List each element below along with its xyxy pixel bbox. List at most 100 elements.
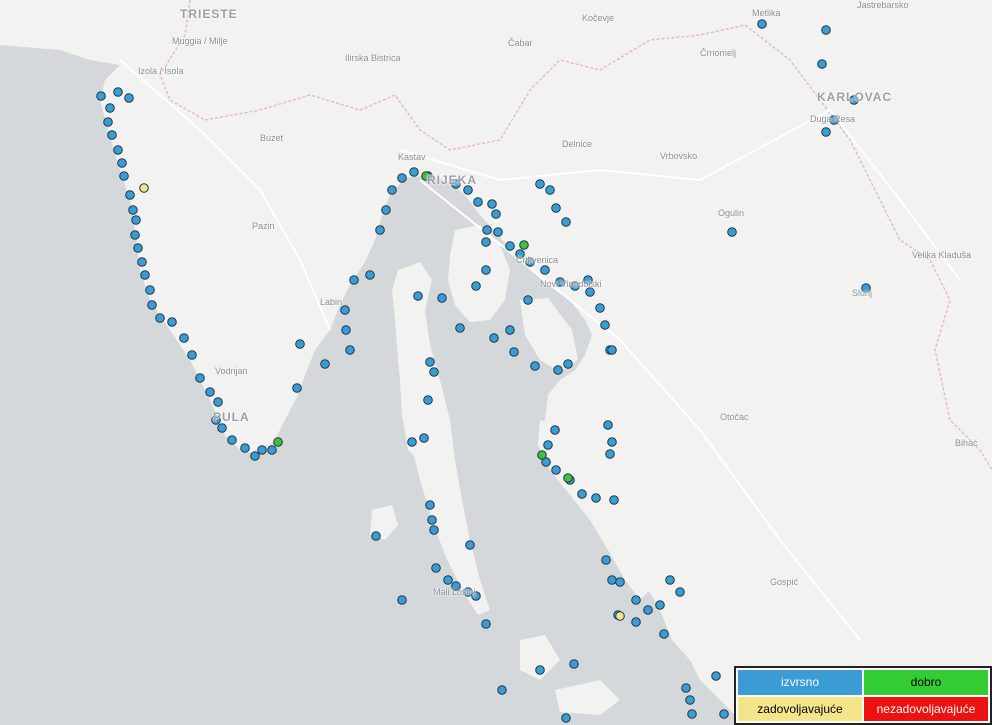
beach-marker-excellent[interactable] (167, 317, 177, 327)
beach-marker-excellent[interactable] (550, 425, 560, 435)
beach-marker-excellent[interactable] (217, 423, 227, 433)
beach-marker-excellent[interactable] (569, 659, 579, 669)
beach-marker-excellent[interactable] (409, 167, 419, 177)
beach-marker-excellent[interactable] (551, 465, 561, 475)
beach-marker-excellent[interactable] (631, 617, 641, 627)
beach-marker-excellent[interactable] (240, 443, 250, 453)
beach-marker-excellent[interactable] (267, 445, 277, 455)
beach-marker-excellent[interactable] (257, 445, 267, 455)
beach-marker-excellent[interactable] (540, 265, 550, 275)
beach-marker-excellent[interactable] (437, 293, 447, 303)
beach-marker-excellent[interactable] (821, 127, 831, 137)
beach-marker-excellent[interactable] (493, 227, 503, 237)
beach-marker-excellent[interactable] (481, 619, 491, 629)
beach-marker-excellent[interactable] (107, 130, 117, 140)
beach-marker-excellent[interactable] (103, 117, 113, 127)
beach-marker-excellent[interactable] (125, 190, 135, 200)
beach-marker-excellent[interactable] (821, 25, 831, 35)
beach-marker-excellent[interactable] (727, 227, 737, 237)
beach-marker-excellent[interactable] (505, 241, 515, 251)
beach-marker-excellent[interactable] (397, 595, 407, 605)
beach-marker-excellent[interactable] (487, 199, 497, 209)
beach-marker-excellent[interactable] (195, 373, 205, 383)
beach-marker-excellent[interactable] (481, 237, 491, 247)
beach-marker-excellent[interactable] (509, 347, 519, 357)
beach-marker-excellent[interactable] (535, 179, 545, 189)
map-canvas[interactable] (0, 0, 992, 725)
beach-marker-excellent[interactable] (131, 215, 141, 225)
beach-marker-excellent[interactable] (365, 270, 375, 280)
beach-marker-excellent[interactable] (443, 575, 453, 585)
beach-marker-excellent[interactable] (117, 158, 127, 168)
beach-marker-excellent[interactable] (609, 495, 619, 505)
beach-marker-excellent[interactable] (96, 91, 106, 101)
beach-marker-excellent[interactable] (577, 489, 587, 499)
beach-marker-excellent[interactable] (665, 575, 675, 585)
beach-marker-good[interactable] (537, 450, 547, 460)
legend-item-excellent[interactable]: izvrsno (738, 670, 862, 695)
beach-marker-excellent[interactable] (561, 217, 571, 227)
beach-marker-excellent[interactable] (675, 587, 685, 597)
beach-marker-excellent[interactable] (505, 325, 515, 335)
beach-marker-excellent[interactable] (607, 575, 617, 585)
beach-marker-good[interactable] (563, 473, 573, 483)
beach-marker-excellent[interactable] (481, 265, 491, 275)
beach-marker-excellent[interactable] (397, 173, 407, 183)
beach-marker-excellent[interactable] (543, 440, 553, 450)
legend-item-insufficient[interactable]: nezadovoljavajuće (864, 696, 988, 721)
beach-marker-excellent[interactable] (295, 339, 305, 349)
beach-marker-excellent[interactable] (591, 493, 601, 503)
beach-marker-excellent[interactable] (387, 185, 397, 195)
beach-marker-excellent[interactable] (419, 433, 429, 443)
beach-marker-excellent[interactable] (119, 171, 129, 181)
beach-marker-excellent[interactable] (561, 713, 571, 723)
beach-marker-excellent[interactable] (292, 383, 302, 393)
beach-marker-excellent[interactable] (473, 197, 483, 207)
beach-marker-excellent[interactable] (227, 435, 237, 445)
beach-marker-excellent[interactable] (681, 683, 691, 693)
beach-marker-excellent[interactable] (685, 695, 695, 705)
beach-marker-excellent[interactable] (407, 437, 417, 447)
beach-marker-excellent[interactable] (600, 320, 610, 330)
beach-marker-excellent[interactable] (425, 500, 435, 510)
beach-marker-excellent[interactable] (113, 145, 123, 155)
beach-marker-excellent[interactable] (349, 275, 359, 285)
beach-marker-excellent[interactable] (497, 685, 507, 695)
beach-marker-excellent[interactable] (431, 563, 441, 573)
beach-marker-excellent[interactable] (719, 709, 729, 719)
beach-marker-excellent[interactable] (605, 449, 615, 459)
legend-item-good[interactable]: dobro (864, 670, 988, 695)
beach-marker-excellent[interactable] (465, 540, 475, 550)
beach-marker-excellent[interactable] (105, 103, 115, 113)
beach-marker-excellent[interactable] (471, 281, 481, 291)
beach-marker-excellent[interactable] (429, 367, 439, 377)
beach-marker-excellent[interactable] (489, 333, 499, 343)
beach-marker-excellent[interactable] (425, 357, 435, 367)
beach-marker-excellent[interactable] (341, 325, 351, 335)
beach-marker-excellent[interactable] (643, 605, 653, 615)
beach-marker-excellent[interactable] (429, 525, 439, 535)
beach-marker-excellent[interactable] (545, 185, 555, 195)
beach-marker-excellent[interactable] (137, 257, 147, 267)
legend-item-sufficient[interactable]: zadovoljavajuće (738, 696, 862, 721)
beach-marker-excellent[interactable] (128, 205, 138, 215)
beach-marker-excellent[interactable] (213, 397, 223, 407)
beach-marker-excellent[interactable] (145, 285, 155, 295)
beach-marker-excellent[interactable] (563, 359, 573, 369)
beach-marker-excellent[interactable] (371, 531, 381, 541)
beach-marker-excellent[interactable] (607, 345, 617, 355)
beach-marker-excellent[interactable] (757, 19, 767, 29)
beach-marker-excellent[interactable] (345, 345, 355, 355)
beach-marker-excellent[interactable] (535, 665, 545, 675)
beach-marker-excellent[interactable] (113, 87, 123, 97)
beach-marker-excellent[interactable] (130, 230, 140, 240)
beach-marker-excellent[interactable] (423, 395, 433, 405)
beach-marker-excellent[interactable] (523, 295, 533, 305)
beach-marker-excellent[interactable] (482, 225, 492, 235)
beach-marker-excellent[interactable] (320, 359, 330, 369)
beach-marker-excellent[interactable] (179, 333, 189, 343)
beach-marker-excellent[interactable] (711, 671, 721, 681)
beach-marker-excellent[interactable] (530, 361, 540, 371)
beach-marker-excellent[interactable] (659, 629, 669, 639)
beach-marker-excellent[interactable] (603, 420, 613, 430)
